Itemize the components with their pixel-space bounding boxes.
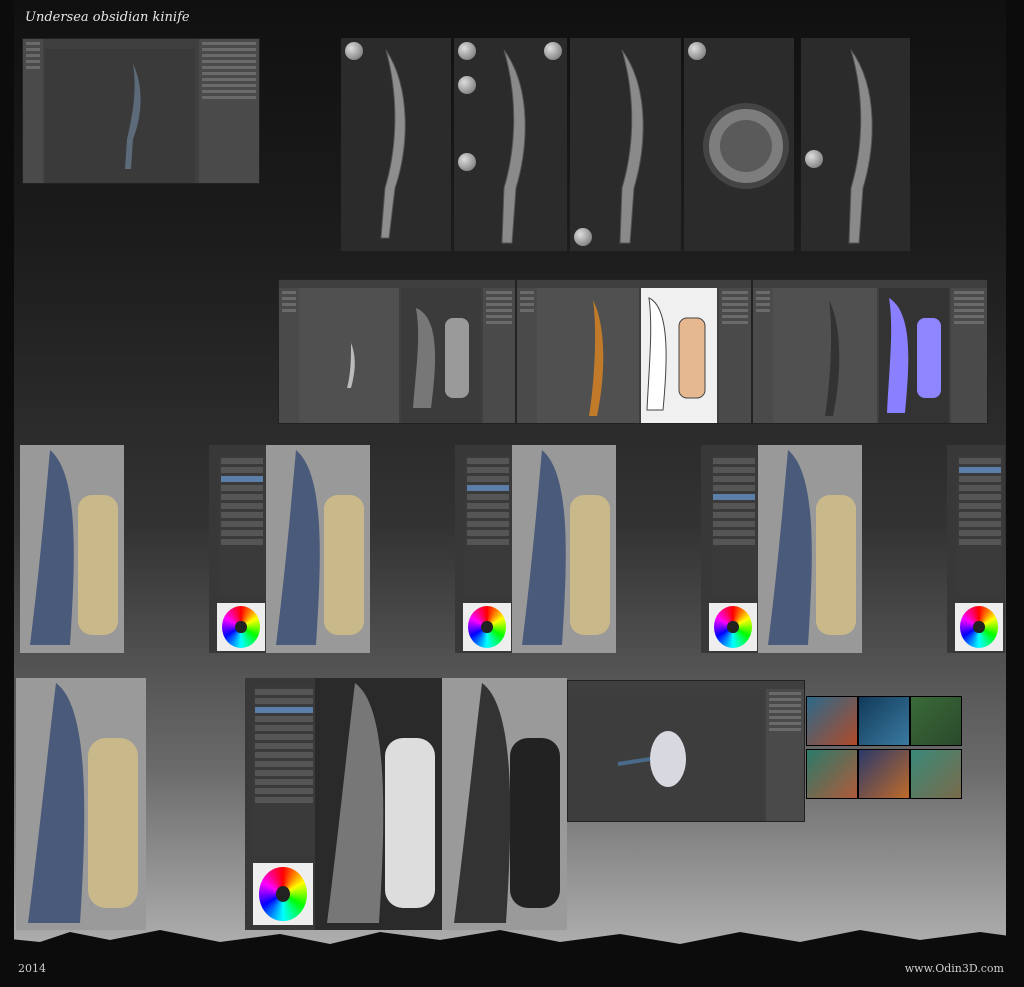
- zbrush-brush-ball-icon: [345, 42, 363, 60]
- character-model: [617, 731, 686, 787]
- footer-website: www.Odin3D.com: [904, 962, 1004, 975]
- knife-viewport-model: [125, 64, 141, 169]
- max-normal-map-screenshot: [752, 279, 988, 424]
- photoshop-layers-panel-3: [701, 445, 759, 653]
- character-preview-screenshot: [567, 680, 805, 822]
- concept-reference-2: [858, 696, 910, 746]
- zbrush-panel-1: [341, 38, 451, 251]
- zbrush-panel-4: [684, 38, 794, 251]
- concept-reference-3: [910, 696, 962, 746]
- color-wheel-icon: [463, 603, 511, 651]
- color-wheel-icon: [955, 603, 1003, 651]
- texture-progress-2: [266, 445, 370, 653]
- zbrush-brush-ball-icon: [458, 153, 476, 171]
- color-wheel-icon: [253, 863, 313, 925]
- zbrush-brush-ball-icon: [688, 42, 706, 60]
- concept-reference-5: [858, 749, 910, 799]
- concept-reference-4: [806, 749, 858, 799]
- concept-reference-6: [910, 749, 962, 799]
- texture-progress-3: [512, 445, 616, 653]
- ragged-border-decoration: [0, 930, 1024, 970]
- texture-progress-4: [758, 445, 862, 653]
- page-title: Undersea obsidian kinife: [25, 10, 190, 25]
- max-uv-screenshot-2: [516, 279, 752, 424]
- final-diffuse-texture: [16, 678, 146, 930]
- color-wheel-icon: [709, 603, 757, 651]
- zbrush-brush-ball-icon: [544, 42, 562, 60]
- zbrush-brush-ball-icon: [574, 228, 592, 246]
- footer-year: 2014: [18, 962, 46, 975]
- concept-reference-1: [806, 696, 858, 746]
- final-specular-texture: [315, 678, 442, 930]
- zbrush-panel-2: [454, 38, 567, 251]
- max-uv-screenshot-1: [278, 279, 516, 424]
- zbrush-brush-ball-icon: [458, 76, 476, 94]
- color-wheel-icon: [217, 603, 265, 651]
- photoshop-layers-panel-1: [209, 445, 267, 653]
- photoshop-layers-panel-5: [245, 678, 317, 930]
- final-gloss-texture: [442, 678, 567, 930]
- photoshop-layers-panel-4: [947, 445, 1005, 653]
- texture-progress-1: [20, 445, 124, 653]
- zbrush-brush-ball-icon: [805, 150, 823, 168]
- zbrush-brush-ball-icon: [458, 42, 476, 60]
- photoshop-layers-panel-2: [455, 445, 513, 653]
- max-viewport-screenshot: [22, 38, 260, 184]
- zbrush-panel-3: [570, 38, 681, 251]
- zbrush-panel-5: [801, 38, 910, 251]
